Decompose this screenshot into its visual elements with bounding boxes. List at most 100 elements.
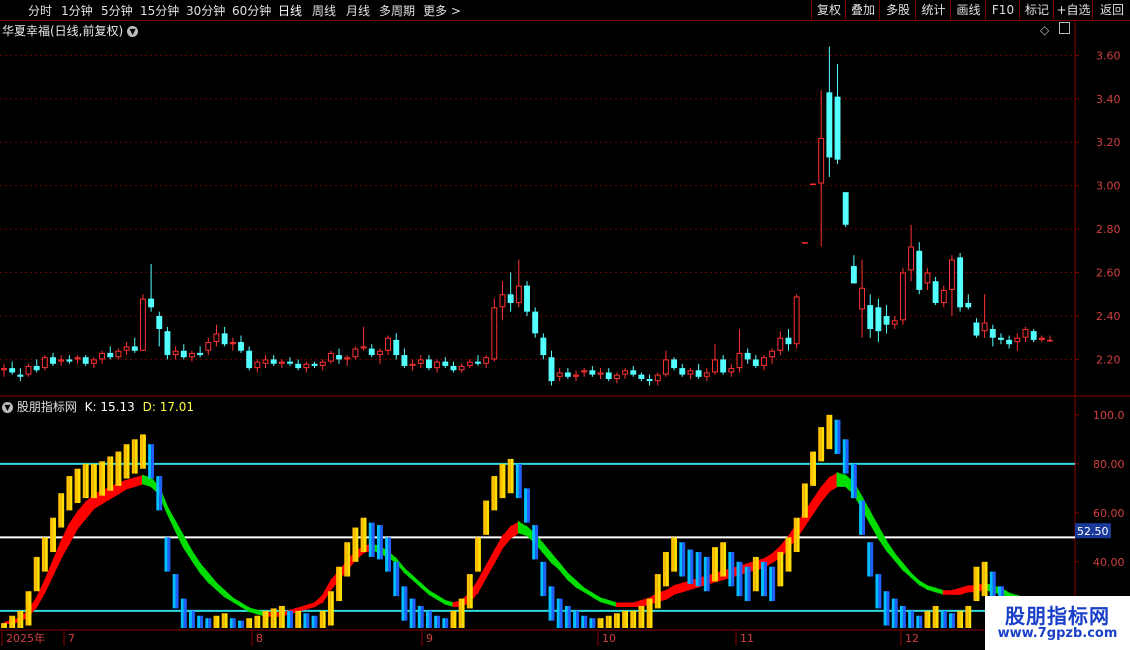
- indicator-bar: [290, 610, 293, 628]
- candle: [679, 363, 686, 377]
- indicator-bar: [396, 561, 400, 597]
- indicator-bar: [924, 610, 928, 628]
- indicator-bar: [44, 537, 48, 572]
- indicator-bar: [674, 537, 678, 572]
- candle-body: [728, 368, 735, 373]
- indicator-bar: [973, 566, 977, 602]
- indicator-bar: [788, 537, 792, 572]
- kd-band-segment: [411, 574, 422, 589]
- candle-body: [899, 272, 906, 321]
- kd-band-segment: [248, 607, 259, 615]
- candle: [883, 305, 890, 334]
- candle-body: [164, 331, 171, 356]
- candle-body: [262, 359, 269, 364]
- candle: [1, 363, 7, 377]
- candle: [450, 361, 457, 373]
- candle-body: [1030, 331, 1037, 340]
- candle-body: [720, 359, 727, 373]
- kd-band-segment: [517, 520, 528, 537]
- indicator-bar: [739, 561, 743, 597]
- candle: [401, 348, 408, 369]
- indicator-bar: [957, 610, 961, 628]
- kd-band-segment: [959, 584, 970, 596]
- candle: [327, 350, 334, 364]
- candle: [899, 268, 906, 325]
- candle-body: [221, 333, 228, 345]
- candle-body: [344, 357, 351, 360]
- kd-band-segment: [950, 587, 962, 595]
- indicator-bar: [404, 586, 408, 621]
- indicator-bar: [442, 618, 446, 628]
- candle: [973, 318, 980, 338]
- candle: [932, 276, 939, 306]
- kd-band-segment: [436, 594, 447, 606]
- kd-band-segment: [934, 587, 945, 596]
- indicator-bar: [527, 488, 530, 523]
- candle-body: [123, 346, 130, 351]
- candle-body: [180, 350, 187, 358]
- candle-body: [989, 329, 996, 338]
- indicator-bar: [270, 608, 274, 628]
- indicator-bar: [899, 605, 903, 628]
- indicator-bar: [567, 605, 571, 628]
- indicator-bar: [379, 525, 383, 560]
- indicator-bar: [189, 610, 192, 628]
- candle: [205, 337, 212, 356]
- indicator-bar: [278, 605, 282, 628]
- candle: [107, 346, 114, 360]
- candle: [491, 298, 498, 362]
- candle-body: [107, 352, 114, 358]
- indicator-bar: [306, 613, 310, 628]
- candle-body: [597, 372, 604, 375]
- candle: [58, 355, 65, 366]
- indicator-bar: [984, 561, 988, 597]
- candle-body: [793, 296, 800, 345]
- indicator-bar: [66, 476, 70, 511]
- candle: [278, 359, 285, 369]
- candle: [385, 335, 392, 356]
- indicator-bar: [352, 527, 356, 562]
- panel-toggle-icon[interactable]: [1059, 22, 1071, 34]
- dropdown-icon[interactable]: ▼: [127, 26, 139, 37]
- candle: [213, 324, 220, 347]
- indicator-bar: [665, 552, 669, 587]
- candle: [466, 359, 473, 369]
- candle: [417, 355, 424, 369]
- candle-body: [90, 359, 97, 364]
- indicator-bar: [867, 542, 871, 577]
- diamond-icon[interactable]: ◇: [1040, 23, 1049, 37]
- kd-band-segment: [403, 566, 414, 582]
- indicator-bar: [249, 618, 253, 628]
- indicator-bar: [728, 552, 732, 587]
- current-value-label: 52.50: [1077, 525, 1109, 538]
- indicator-bar: [943, 610, 947, 628]
- candle: [229, 337, 236, 351]
- candle-body: [948, 259, 955, 290]
- price-tick-label: 3.60: [1096, 49, 1121, 62]
- candle-body: [801, 242, 808, 244]
- indicator-bar: [208, 618, 212, 628]
- candle: [940, 285, 947, 308]
- indicator-bar: [148, 444, 152, 479]
- kd-band-segment: [828, 471, 839, 493]
- indicator-bar: [240, 620, 244, 628]
- indicator-bar: [339, 566, 342, 602]
- candle-body: [818, 137, 825, 184]
- indicator-bar: [780, 552, 784, 587]
- candle: [826, 46, 833, 177]
- indicator-dropdown-icon[interactable]: ▼: [2, 402, 13, 413]
- indicator-bar: [657, 574, 661, 609]
- candle-body: [115, 350, 122, 358]
- indicator-bar: [58, 493, 62, 528]
- candle-body: [434, 361, 441, 369]
- candle-body: [908, 246, 915, 271]
- candle-body: [981, 322, 988, 332]
- kd-band-segment: [885, 538, 896, 563]
- candle-body: [834, 96, 841, 160]
- indicator-bar: [793, 517, 797, 553]
- candle-body: [769, 350, 776, 358]
- indicator-bar: [698, 552, 702, 587]
- indicator-bar: [388, 537, 392, 572]
- kd-band-segment: [313, 593, 324, 608]
- indicator-header: ▼ 股朋指标网 K: 15.13 D: 17.01: [2, 398, 194, 415]
